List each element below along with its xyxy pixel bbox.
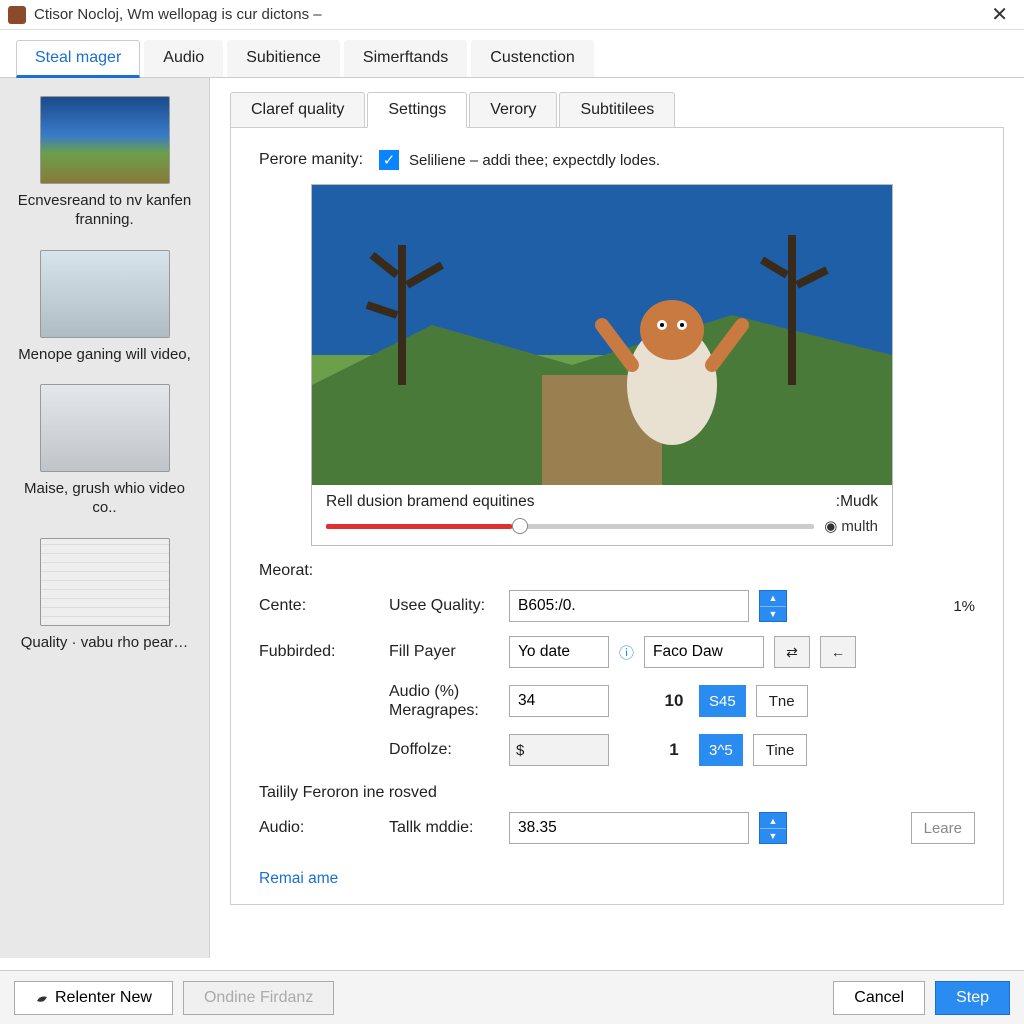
tab-audio[interactable]: Audio bbox=[144, 40, 223, 77]
sidebar-item-2[interactable]: Maise, grush whio video co.. bbox=[14, 384, 195, 518]
leare-button[interactable]: Leare bbox=[911, 812, 975, 844]
use-quality-input[interactable] bbox=[509, 590, 749, 622]
arrow-left-icon: ← bbox=[831, 644, 845, 660]
doffolze-label: Doffolze: bbox=[389, 741, 499, 759]
thumbnail bbox=[40, 384, 170, 472]
tab-custenction[interactable]: Custenction bbox=[471, 40, 594, 77]
back-button[interactable]: ← bbox=[820, 636, 856, 668]
tne-button[interactable]: Tne bbox=[756, 685, 808, 717]
meorat-header: Meorat: bbox=[259, 562, 975, 580]
titlebar: Ctisor Nocloj, Wm wellopag is cur dicton… bbox=[0, 0, 1024, 30]
fubbirded-label: Fubbirded: bbox=[259, 643, 379, 661]
online-firdanz-button: Ondine Firdanz bbox=[183, 981, 334, 1015]
talk-mddie-label: Tallk mddie: bbox=[389, 819, 499, 837]
tine-button[interactable]: Tine bbox=[753, 734, 808, 766]
tab-simerftands[interactable]: Simerftands bbox=[344, 40, 467, 77]
audio-value-input[interactable] bbox=[509, 685, 609, 717]
tab-steal-mager[interactable]: Steal mager bbox=[16, 40, 140, 78]
step-button[interactable]: Step bbox=[935, 981, 1010, 1015]
use-quality-label: Usee Quality: bbox=[389, 597, 499, 615]
thumbnail-label: Quality · vabu rho pear… bbox=[14, 634, 195, 653]
perore-description: Seliliene – addi thee; expectdly lodes. bbox=[409, 152, 660, 169]
thumbnail-label: Menope ganing will video, bbox=[14, 346, 195, 365]
audio-bold: 10 bbox=[659, 691, 689, 711]
fill-payer-label: Fill Payer bbox=[389, 643, 499, 661]
info-icon[interactable]: ⓘ bbox=[619, 642, 634, 663]
talk-mddie-spinner[interactable]: ▲▼ bbox=[759, 812, 787, 844]
doffolze-prefix: $ bbox=[516, 742, 524, 759]
outer-tabstrip: Steal mager Audio Subitience Simerftands… bbox=[0, 30, 1024, 78]
thumbnail-label: Ecnvesreand to nv kanfen franning. bbox=[14, 192, 195, 230]
relenter-new-button[interactable]: Relenter New bbox=[14, 981, 173, 1015]
use-quality-spinner[interactable]: ▲▼ bbox=[759, 590, 787, 622]
mudk-label: :Mudk bbox=[836, 493, 878, 511]
doffolze-bold: 1 bbox=[659, 740, 689, 760]
sidebar-item-0[interactable]: Ecnvesreand to nv kanfen franning. bbox=[14, 96, 195, 230]
tab-claref-quality[interactable]: Claref quality bbox=[230, 92, 365, 127]
audio-section-label: Audio: bbox=[259, 819, 379, 837]
preview-image bbox=[312, 185, 892, 485]
tab-verory[interactable]: Verory bbox=[469, 92, 557, 127]
window-title: Ctisor Nocloj, Wm wellopag is cur dicton… bbox=[34, 6, 983, 23]
check-icon: ✓ bbox=[383, 151, 396, 169]
mulith-label: multh bbox=[841, 518, 878, 535]
faco-daw-input[interactable] bbox=[644, 636, 764, 668]
close-icon[interactable]: ✕ bbox=[983, 2, 1016, 27]
slider-thumb[interactable] bbox=[512, 518, 528, 534]
audio-merag-label: Audio (%)Meragrapes: bbox=[389, 682, 499, 720]
main-panel: Claref quality Settings Verory Subtitile… bbox=[210, 78, 1024, 958]
thumbnail-label: Maise, grush whio video co.. bbox=[14, 480, 195, 518]
doffolze-input[interactable] bbox=[524, 736, 584, 764]
perore-checkbox[interactable]: ✓ bbox=[379, 150, 399, 170]
preview-slider[interactable] bbox=[326, 524, 814, 529]
tab-subtitilees[interactable]: Subtitilees bbox=[559, 92, 675, 127]
bird-icon bbox=[35, 991, 49, 1005]
preview-box: Rell dusion bramend equitines :Mudk ◉mul… bbox=[311, 184, 893, 546]
thumbnail bbox=[40, 250, 170, 338]
swap-icon: ⇄ bbox=[786, 644, 798, 661]
talk-mddie-input[interactable] bbox=[509, 812, 749, 844]
target-icon: ◉ bbox=[824, 517, 837, 535]
preview-caption: Rell dusion bramend equitines bbox=[326, 493, 535, 511]
cente-label: Cente: bbox=[259, 597, 379, 615]
app-icon bbox=[8, 6, 26, 24]
settings-panel: Perore manity: ✓ Seliliene – addi thee; … bbox=[230, 128, 1004, 905]
sidebar: Ecnvesreand to nv kanfen franning. Menop… bbox=[0, 78, 210, 958]
s45-button[interactable]: S45 bbox=[699, 685, 746, 717]
sidebar-item-1[interactable]: Menope ganing will video, bbox=[14, 250, 195, 365]
tab-subitience[interactable]: Subitience bbox=[227, 40, 340, 77]
tab-settings[interactable]: Settings bbox=[367, 92, 467, 128]
swap-button[interactable]: ⇄ bbox=[774, 636, 810, 668]
inner-tabstrip: Claref quality Settings Verory Subtitile… bbox=[230, 92, 1004, 128]
tailily-header: Tailily Feroron ine rosved bbox=[259, 784, 975, 802]
thumbnail bbox=[40, 538, 170, 626]
remai-link[interactable]: Remai ame bbox=[259, 870, 338, 888]
thumbnail bbox=[40, 96, 170, 184]
sidebar-item-3[interactable]: Quality · vabu rho pear… bbox=[14, 538, 195, 653]
use-quality-suffix: 1% bbox=[953, 598, 975, 615]
perore-label: Perore manity: bbox=[259, 151, 369, 169]
footer: Relenter New Ondine Firdanz Cancel Step bbox=[0, 970, 1024, 1024]
3-5-button[interactable]: 3^5 bbox=[699, 734, 743, 766]
yo-date-input[interactable] bbox=[509, 636, 609, 668]
cancel-button[interactable]: Cancel bbox=[833, 981, 925, 1015]
